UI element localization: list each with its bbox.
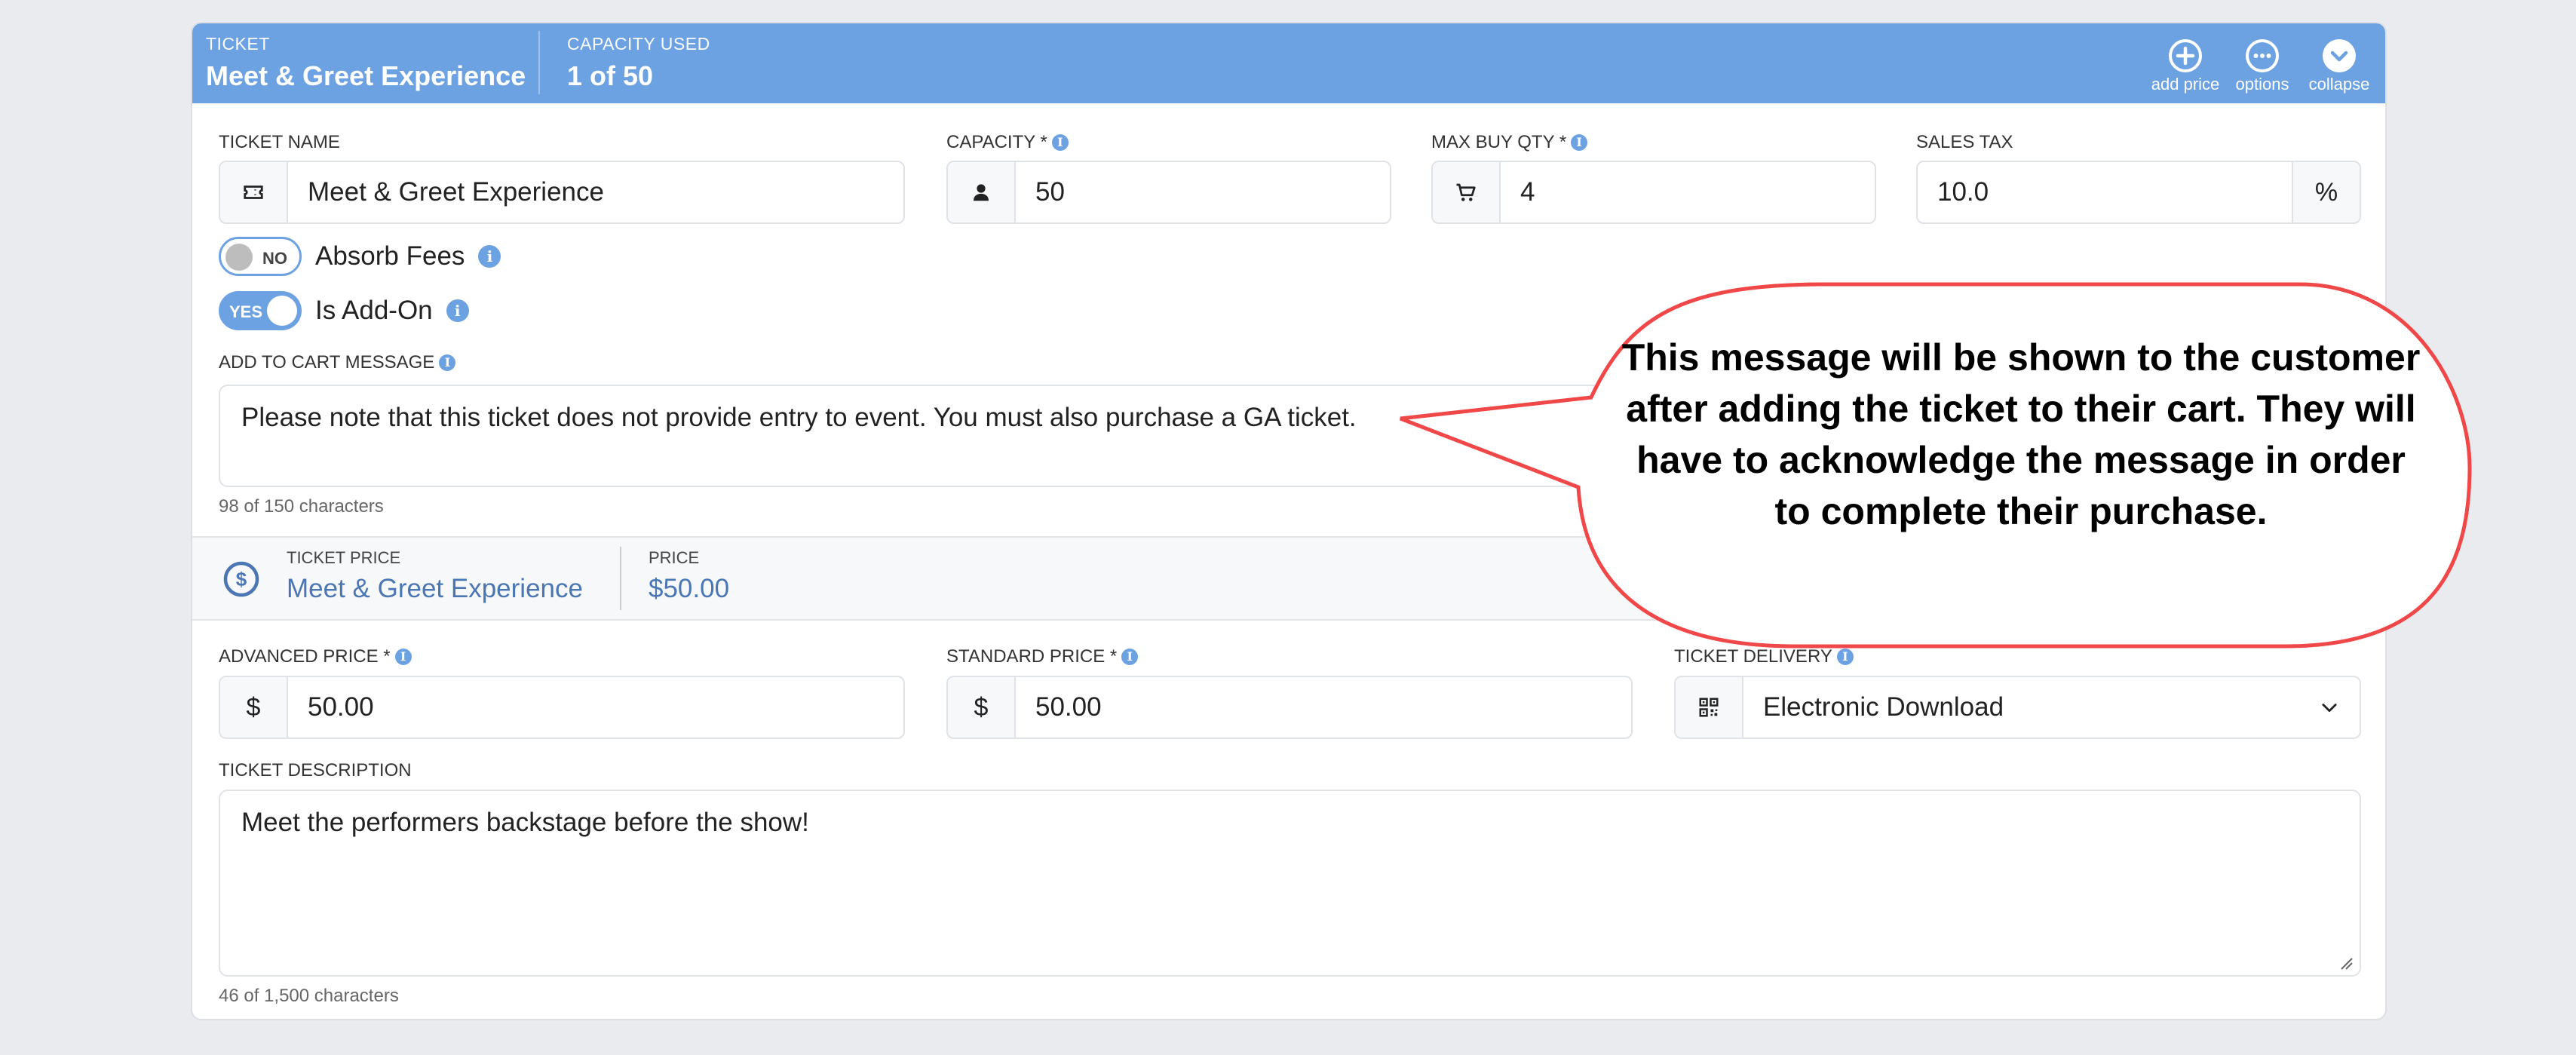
max-buy-qty-input[interactable]: 4	[1501, 162, 1875, 222]
info-icon[interactable]: i	[1571, 134, 1588, 151]
absorb-fees-label: Absorb Fees	[315, 241, 465, 271]
callout-text: This message will be shown to the custom…	[1621, 336, 2421, 532]
qr-code-icon	[1676, 677, 1743, 738]
max-buy-qty-label-text: MAX BUY QTY *	[1431, 132, 1567, 152]
add-to-cart-counter: 98 of 150 characters	[219, 496, 384, 517]
chevron-down-icon[interactable]	[2299, 677, 2360, 738]
capacity-input[interactable]: 50	[1016, 162, 1390, 222]
price-block: PRICE $50.00	[649, 548, 729, 604]
price-divider	[620, 547, 621, 610]
sales-tax-label: SALES TAX	[1916, 132, 2013, 153]
standard-price-input[interactable]: 50.00	[1016, 677, 1631, 738]
ticket-title: Meet & Greet Experience	[206, 60, 526, 91]
ticket-name-label: TICKET NAME	[219, 132, 340, 153]
ticket-icon	[220, 162, 288, 222]
ticket-delivery-label-text: TICKET DELIVERY	[1674, 646, 1832, 667]
resize-handle-icon[interactable]	[2340, 957, 2354, 971]
ticket-description-counter: 46 of 1,500 characters	[219, 986, 399, 1006]
toggle-knob	[225, 244, 253, 271]
capacity-label: CAPACITY * i	[946, 132, 1069, 153]
toggle-knob	[267, 296, 297, 326]
ticket-name-input[interactable]: Meet & Greet Experience	[288, 162, 903, 222]
ticket-description-text: Meet the performers backstage before the…	[241, 808, 809, 837]
add-to-cart-label-text: ADD TO CART MESSAGE	[219, 352, 435, 373]
ticket-description-label: TICKET DESCRIPTION	[219, 760, 412, 781]
toggle-state: YES	[229, 302, 263, 321]
info-icon[interactable]: i	[446, 299, 469, 322]
options-label: options	[2235, 75, 2289, 94]
info-icon[interactable]: i	[478, 245, 501, 268]
ticket-delivery-label: TICKET DELIVERY i	[1674, 646, 1854, 667]
capacity-used-label: CAPACITY USED	[567, 34, 710, 54]
info-icon[interactable]: i	[394, 649, 412, 665]
capacity-field[interactable]: 50	[946, 161, 1391, 224]
capacity-used-value: 1 of 50	[567, 60, 654, 91]
sales-tax-input[interactable]: 10.0	[1918, 162, 2292, 222]
plus-circle-icon	[2169, 39, 2202, 72]
percent-suffix: %	[2292, 162, 2360, 222]
add-to-cart-message-label: ADD TO CART MESSAGE i	[219, 352, 456, 373]
absorb-fees-toggle[interactable]: NO	[219, 237, 302, 276]
person-icon	[948, 162, 1016, 222]
ticket-card-header[interactable]: TICKET Meet & Greet Experience CAPACITY …	[192, 23, 2385, 103]
ticket-price-label: TICKET PRICE	[287, 548, 401, 567]
capacity-used-block: CAPACITY USED 1 of 50	[567, 34, 710, 92]
add-price-button[interactable]: add price	[2151, 38, 2219, 94]
absorb-fees-row: NO Absorb Fees i	[219, 237, 501, 276]
ticket-price-name: Meet & Greet Experience	[287, 574, 583, 603]
info-icon[interactable]: i	[439, 354, 456, 371]
info-icon[interactable]: i	[1121, 649, 1139, 665]
collapse-button[interactable]: collapse	[2308, 38, 2370, 94]
standard-price-field[interactable]: $ 50.00	[946, 676, 1633, 739]
ticket-description-input[interactable]: Meet the performers backstage before the…	[219, 790, 2361, 977]
price-value: $50.00	[649, 574, 730, 603]
chevron-down-circle-icon	[2323, 39, 2356, 72]
is-add-on-label: Is Add-On	[315, 296, 433, 325]
ticket-price-bar[interactable]: $ TICKET PRICE Meet & Greet Experience P…	[192, 536, 2385, 621]
ticket-label: TICKET	[206, 34, 270, 54]
toggle-state: NO	[262, 249, 287, 268]
sales-tax-label-text: SALES TAX	[1916, 132, 2013, 152]
ticket-delivery-value[interactable]: Electronic Download	[1743, 677, 2299, 738]
info-icon[interactable]: i	[1836, 649, 1854, 665]
advanced-price-label-text: ADVANCED PRICE *	[219, 646, 391, 667]
dollar-circle-icon: $	[223, 561, 259, 597]
sales-tax-field[interactable]: 10.0 %	[1916, 161, 2361, 224]
options-button[interactable]: options	[2234, 38, 2290, 94]
dollar-prefix: $	[220, 677, 288, 738]
dollar-prefix: $	[948, 677, 1016, 738]
header-divider	[538, 31, 540, 94]
ticket-title-block: TICKET Meet & Greet Experience	[206, 34, 526, 92]
add-price-label: add price	[2151, 75, 2220, 94]
ticket-name-label-text: TICKET NAME	[219, 132, 340, 152]
price-label: PRICE	[649, 548, 700, 567]
header-actions: add price options collapse	[2151, 38, 2370, 94]
max-buy-qty-label: MAX BUY QTY * i	[1431, 132, 1588, 153]
info-icon[interactable]: i	[1051, 134, 1069, 151]
is-add-on-toggle[interactable]: YES	[219, 291, 302, 330]
ticket-price-block: TICKET PRICE Meet & Greet Experience	[287, 548, 583, 604]
standard-price-label-text: STANDARD PRICE *	[946, 646, 1118, 667]
max-buy-qty-field[interactable]: 4	[1431, 161, 1876, 224]
advanced-price-input[interactable]: 50.00	[288, 677, 903, 738]
cart-icon	[1433, 162, 1501, 222]
is-add-on-row: YES Is Add-On i	[219, 291, 469, 330]
ticket-name-field[interactable]: Meet & Greet Experience	[219, 161, 905, 224]
standard-price-label: STANDARD PRICE * i	[946, 646, 1139, 667]
collapse-label: collapse	[2308, 75, 2370, 94]
svg-text:$: $	[236, 568, 247, 590]
ellipsis-circle-icon	[2246, 39, 2279, 72]
advanced-price-label: ADVANCED PRICE * i	[219, 646, 412, 667]
ticket-description-label-text: TICKET DESCRIPTION	[219, 760, 412, 781]
capacity-label-text: CAPACITY *	[946, 132, 1047, 152]
advanced-price-field[interactable]: $ 50.00	[219, 676, 905, 739]
ticket-delivery-select[interactable]: Electronic Download	[1674, 676, 2361, 739]
